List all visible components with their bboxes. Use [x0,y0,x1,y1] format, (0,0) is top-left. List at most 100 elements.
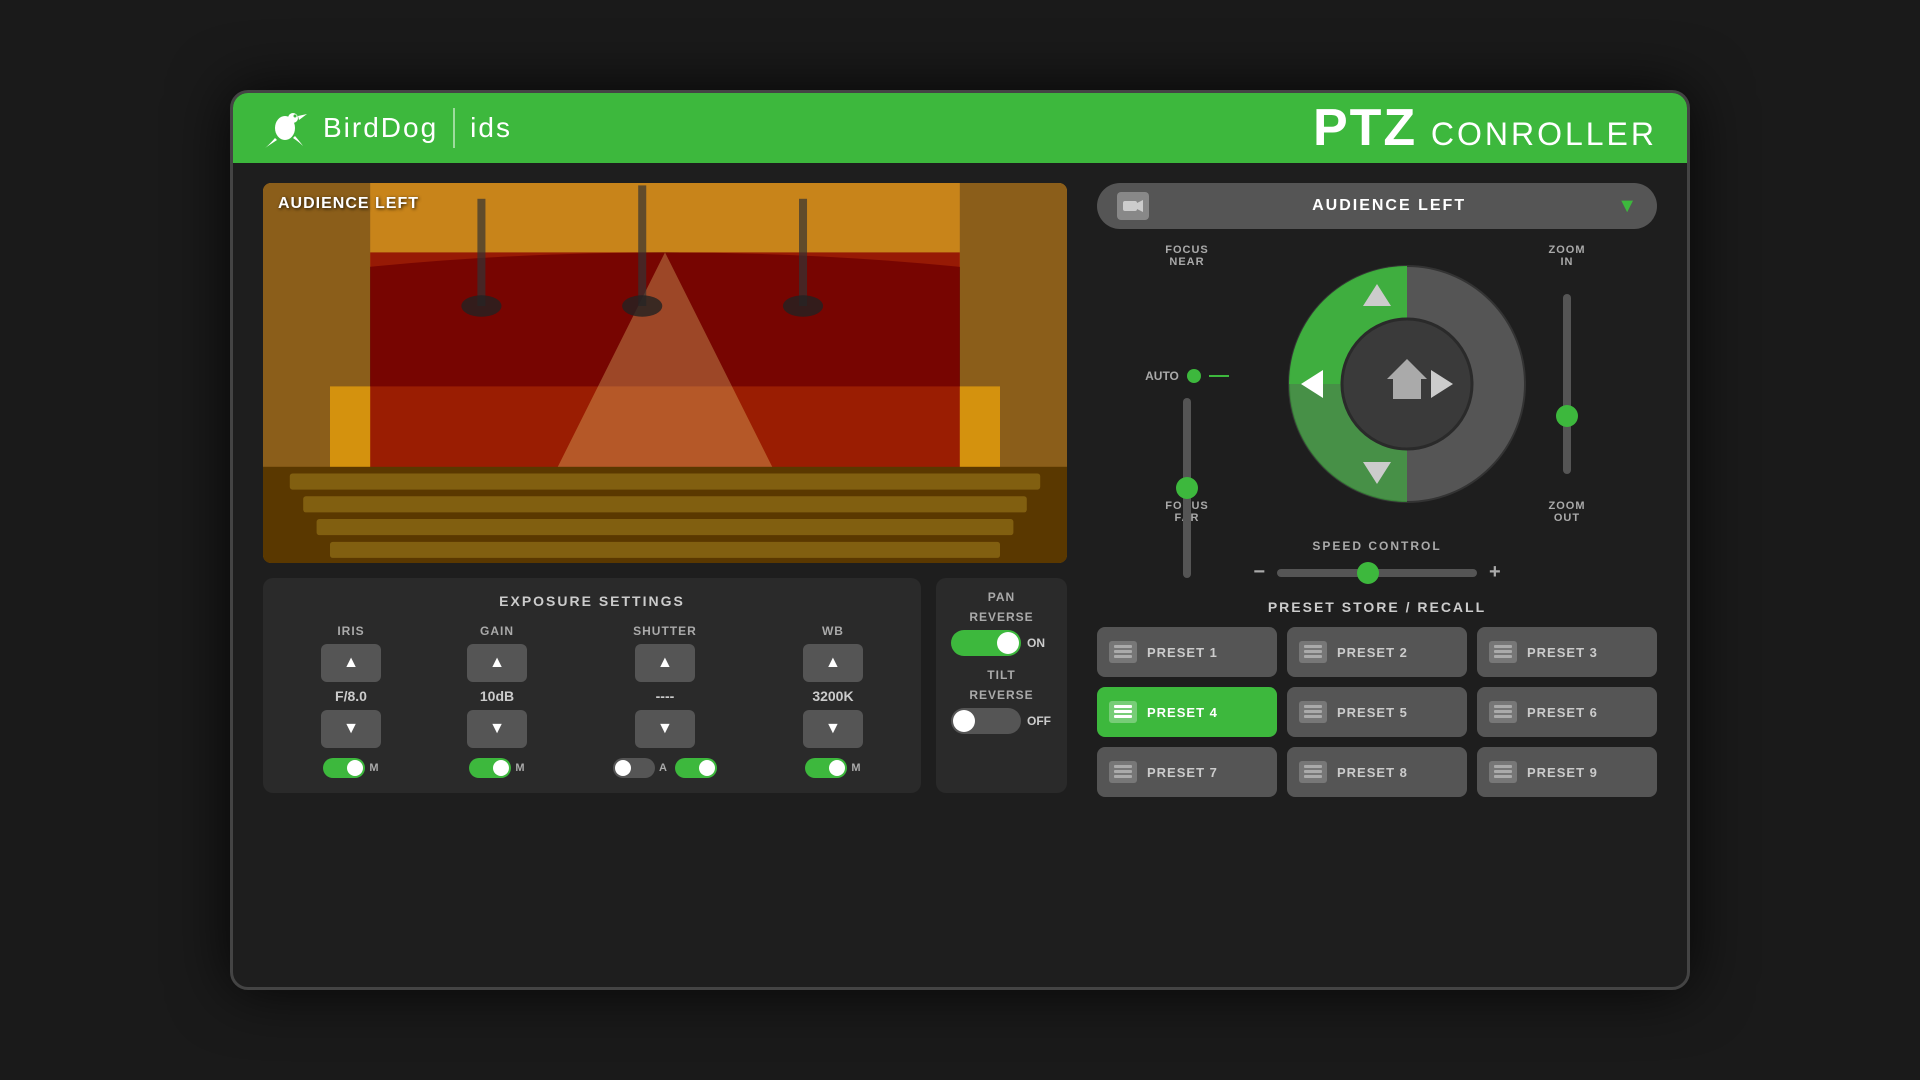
gain-up-button[interactable]: ▲ [467,644,527,682]
speed-plus-icon: + [1489,561,1501,584]
pan-right-button[interactable] [1431,370,1453,398]
gain-toggle-switch[interactable] [469,758,511,778]
iris-label: IRIS [337,624,364,638]
preset-6-icon [1489,701,1517,723]
tilt-reverse-label-line1: TILT [987,668,1015,682]
iris-mode-label: M [369,762,378,774]
theatre-preview-image [263,183,1067,563]
header-title-area: PTZ CONROLLER [1313,98,1657,158]
shutter-value: ---- [640,688,690,704]
exposure-controls: IRIS ▲ F/8.0 ▼ M [283,624,901,778]
preset-5-button[interactable]: PRESET 5 [1287,687,1467,737]
shutter-toggle-switch2[interactable] [675,758,717,778]
preset-5-label: PRESET 5 [1337,705,1408,720]
preset-4-button[interactable]: PRESET 4 [1097,687,1277,737]
preset-1-button[interactable]: PRESET 1 [1097,627,1277,677]
reverse-controls: PAN REVERSE ON TILT REVERSE [936,578,1067,793]
preset-5-icon [1299,701,1327,723]
gain-down-button[interactable]: ▼ [467,710,527,748]
preset-4-label: PRESET 4 [1147,705,1218,720]
wb-control: WB ▲ 3200K ▼ M [803,624,863,778]
auto-dot-indicator [1187,369,1201,383]
exposure-section: EXPOSURE SETTINGS IRIS ▲ F/8.0 ▼ [263,578,921,793]
wb-up-button[interactable]: ▲ [803,644,863,682]
pan-reverse-control: PAN REVERSE ON [951,590,1052,656]
tilt-down-button[interactable] [1363,462,1391,484]
tilt-up-button[interactable] [1363,284,1391,306]
tilt-reverse-toggle[interactable]: OFF [951,708,1052,734]
camera-icon [1117,192,1149,220]
preset-grid: PRESET 1 PRESET 2 PRESET 3 [1097,627,1657,797]
auto-indicator: AUTO [1145,369,1229,383]
tilt-reverse-control: TILT REVERSE OFF [951,668,1052,734]
pan-toggle-switch[interactable] [951,630,1021,656]
pan-reverse-toggle[interactable]: ON [951,630,1052,656]
preview-container: AUDIENCE LEFT [263,183,1067,563]
iris-toggle-switch[interactable] [323,758,365,778]
preset-6-button[interactable]: PRESET 6 [1477,687,1657,737]
preset-8-button[interactable]: PRESET 8 [1287,747,1467,797]
focus-vertical-slider[interactable] [1183,398,1191,578]
shutter-down-button[interactable]: ▼ [635,710,695,748]
focus-near-label: FOCUS NEAR [1165,244,1209,268]
speed-slider[interactable] [1277,569,1477,577]
iris-control: IRIS ▲ F/8.0 ▼ M [321,624,381,778]
app-frame: BirdDog ids PTZ CONROLLER AUDIENCE LEFT [230,90,1690,990]
speed-label: SPEED CONTROL [1312,539,1441,553]
preset-4-icon [1109,701,1137,723]
wb-label: WB [822,624,844,638]
wb-value: 3200K [808,688,858,704]
preset-3-button[interactable]: PRESET 3 [1477,627,1657,677]
preset-title: PRESET STORE / RECALL [1097,599,1657,615]
preset-1-label: PRESET 1 [1147,645,1218,660]
wb-down-button[interactable]: ▼ [803,710,863,748]
preset-9-button[interactable]: PRESET 9 [1477,747,1657,797]
app-title: PTZ CONROLLER [1313,107,1657,154]
header-divider [453,108,455,148]
zoom-vertical-slider[interactable] [1563,294,1571,474]
zoom-out-text: ZOOM OUT [1549,500,1586,524]
preset-6-label: PRESET 6 [1527,705,1598,720]
iris-down-button[interactable]: ▼ [321,710,381,748]
gain-label: GAIN [480,624,514,638]
preset-8-label: PRESET 8 [1337,765,1408,780]
shutter-control: SHUTTER ▲ ---- ▼ A [613,624,717,778]
auto-line [1209,375,1229,377]
speed-slider-row: − + [1253,561,1500,584]
pan-left-button[interactable] [1301,370,1323,398]
shutter-up-button[interactable]: ▲ [635,644,695,682]
speed-minus-icon: − [1253,561,1265,584]
camera-select-dropdown[interactable]: AUDIENCE LEFT ▼ [1097,183,1657,229]
iris-up-button[interactable]: ▲ [321,644,381,682]
bottom-controls-row: EXPOSURE SETTINGS IRIS ▲ F/8.0 ▼ [263,578,1067,793]
zoom-in-label: ZOOM IN [1549,244,1586,268]
preset-2-button[interactable]: PRESET 2 [1287,627,1467,677]
zoom-in-text: ZOOM IN [1549,244,1586,268]
shutter-mode-label: A [659,762,667,774]
header: BirdDog ids PTZ CONROLLER [233,93,1687,163]
ptz-controls-area: FOCUS NEAR AUTO FOCUS [1097,244,1657,524]
dpad-container [1287,264,1467,504]
gain-mode-toggle[interactable]: M [469,758,524,778]
exposure-title: EXPOSURE SETTINGS [283,593,901,609]
preset-2-icon [1299,641,1327,663]
camera-svg-icon [1123,198,1143,214]
wb-mode-toggle[interactable]: M [805,758,860,778]
tilt-toggle-switch[interactable] [951,708,1021,734]
preview-label: AUDIENCE LEFT [278,195,419,213]
preset-2-label: PRESET 2 [1337,645,1408,660]
iris-mode-toggle[interactable]: M [323,758,378,778]
focus-near-text: FOCUS NEAR [1165,244,1209,268]
pan-reverse-label-line2: REVERSE [969,610,1033,624]
shutter-mode-toggle[interactable]: A [613,758,717,778]
gain-value: 10dB [472,688,522,704]
zoom-out-label: ZOOM OUT [1549,500,1586,524]
wb-toggle-switch[interactable] [805,758,847,778]
home-button[interactable] [1332,339,1422,429]
shutter-toggle-switch[interactable] [613,758,655,778]
preset-1-icon [1109,641,1137,663]
preset-3-label: PRESET 3 [1527,645,1598,660]
pan-toggle-state: ON [1027,636,1052,650]
pan-reverse-label-line1: PAN [988,590,1015,604]
preset-7-button[interactable]: PRESET 7 [1097,747,1277,797]
